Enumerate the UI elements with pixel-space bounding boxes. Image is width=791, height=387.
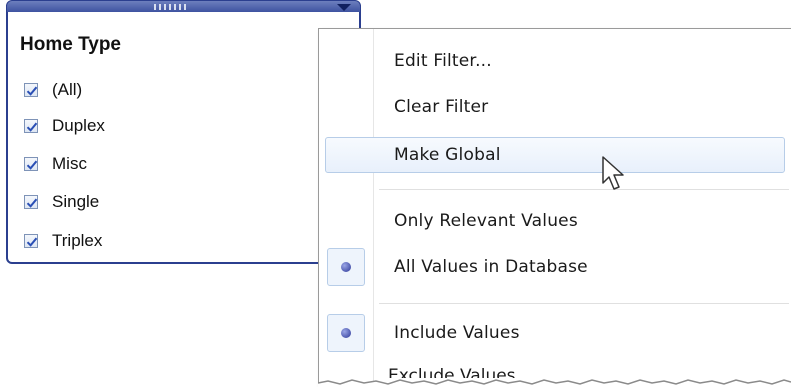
checkbox[interactable]	[24, 83, 38, 97]
checkbox[interactable]	[24, 119, 38, 133]
checkmark-icon	[26, 160, 38, 170]
checkmark-icon	[26, 237, 38, 247]
chevron-down-icon[interactable]	[337, 4, 351, 11]
menu-item-label: Make Global	[394, 145, 501, 165]
checkbox[interactable]	[24, 157, 38, 171]
menu-item-make-global[interactable]: Make Global	[325, 137, 785, 173]
menu-item-edit-filter[interactable]: Edit Filter...	[319, 43, 791, 79]
filter-item-misc[interactable]: Misc	[24, 152, 87, 176]
menu-item-exclude-values[interactable]: Exclude Values	[388, 366, 516, 378]
filter-item-single[interactable]: Single	[24, 190, 99, 214]
torn-edge	[318, 379, 791, 387]
filter-item-label: Duplex	[52, 116, 105, 135]
filter-item-duplex[interactable]: Duplex	[24, 114, 105, 138]
filter-item-triplex[interactable]: Triplex	[24, 229, 102, 253]
screenshot-canvas: Home Type (All) Duplex Misc Single Tripl…	[0, 0, 791, 387]
checkbox[interactable]	[24, 234, 38, 248]
filter-panel-title: Home Type	[20, 34, 122, 55]
menu-item-all-values-in-database[interactable]: All Values in Database	[319, 249, 791, 285]
context-menu: Edit Filter... Clear Filter Make Global …	[318, 28, 791, 387]
filter-item-all[interactable]: (All)	[24, 78, 82, 102]
drag-grip-icon[interactable]	[154, 4, 194, 10]
checkmark-icon	[26, 122, 38, 132]
menu-item-include-values[interactable]: Include Values	[319, 315, 791, 351]
filter-item-label: Triplex	[52, 231, 103, 250]
checkmark-icon	[26, 198, 38, 208]
menu-item-label: Include Values	[394, 323, 520, 343]
menu-separator	[379, 189, 789, 190]
mouse-pointer-icon	[602, 156, 624, 190]
filter-item-label: (All)	[52, 80, 83, 99]
filter-item-label: Single	[52, 192, 100, 211]
checkbox[interactable]	[24, 195, 38, 209]
menu-separator	[379, 303, 789, 304]
menu-item-label: Edit Filter...	[394, 51, 492, 71]
checkmark-icon	[26, 86, 38, 96]
menu-item-clear-filter[interactable]: Clear Filter	[319, 89, 791, 125]
filter-item-label: Misc	[52, 154, 87, 173]
menu-item-label: Clear Filter	[394, 97, 489, 117]
menu-item-label: All Values in Database	[394, 257, 588, 277]
menu-item-only-relevant-values[interactable]: Only Relevant Values	[319, 203, 791, 239]
menu-item-label: Only Relevant Values	[394, 211, 578, 231]
